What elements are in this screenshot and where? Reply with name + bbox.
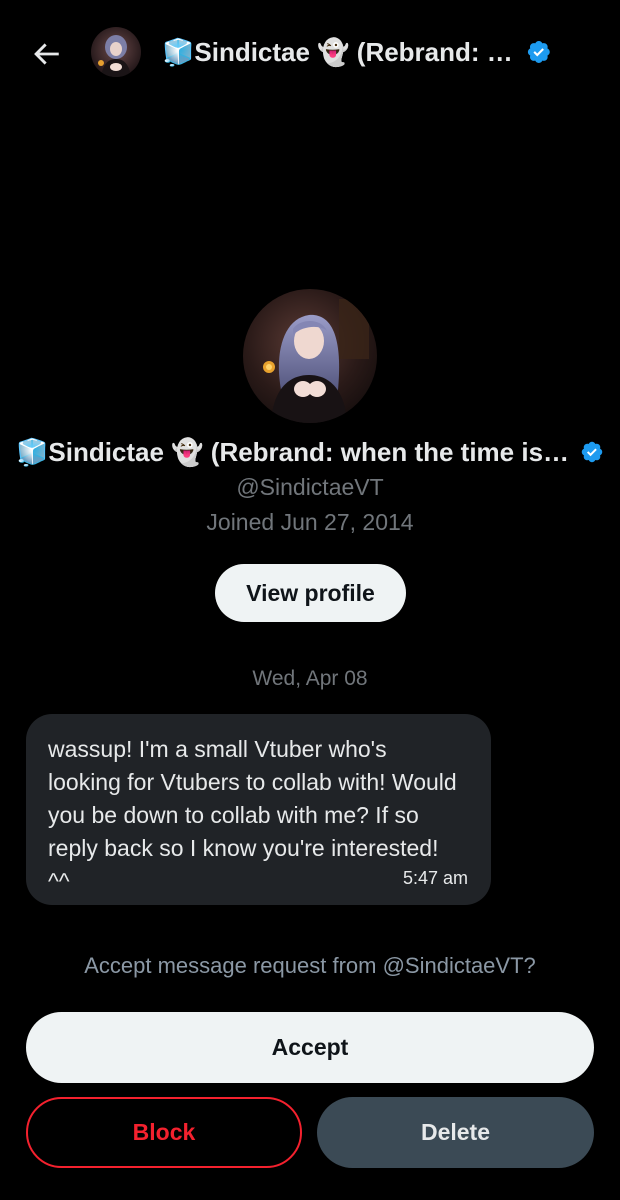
profile-avatar[interactable] (243, 289, 377, 423)
delete-button[interactable]: Delete (317, 1097, 594, 1168)
profile-name: 🧊Sindictae 👻 (Rebrand: when the time is … (0, 430, 620, 474)
back-button[interactable] (26, 34, 66, 74)
avatar[interactable] (91, 27, 141, 77)
header-name-text: 🧊Sindictae 👻 (Rebrand: w... (162, 36, 523, 67)
view-profile-button[interactable]: View profile (215, 564, 406, 622)
verified-badge-icon (581, 441, 603, 463)
message-request-prompt: Accept message request from @SindictaeVT… (84, 953, 536, 978)
header-title: 🧊Sindictae 👻 (Rebrand: w... (162, 32, 552, 72)
message-timestamp: 5:47 am (402, 868, 468, 888)
conversation-header: 🧊Sindictae 👻 (Rebrand: w... (0, 0, 620, 104)
message-text: wassup! I'm a small Vtuber who's looking… (48, 736, 457, 894)
profile-name-text: 🧊Sindictae 👻 (Rebrand: when the time is … (16, 436, 576, 467)
arrow-left-icon (34, 43, 59, 65)
verified-badge-icon (528, 41, 551, 63)
date-separator: Wed, Apr 08 (252, 667, 368, 690)
message-bubble[interactable]: wassup! I'm a small Vtuber who's looking… (26, 714, 491, 905)
profile-joined-date: Joined Jun 27, 2014 (206, 509, 414, 535)
accept-button[interactable]: Accept (26, 1012, 594, 1083)
block-button[interactable]: Block (26, 1097, 302, 1168)
profile-handle: @SindictaeVT (236, 474, 384, 500)
